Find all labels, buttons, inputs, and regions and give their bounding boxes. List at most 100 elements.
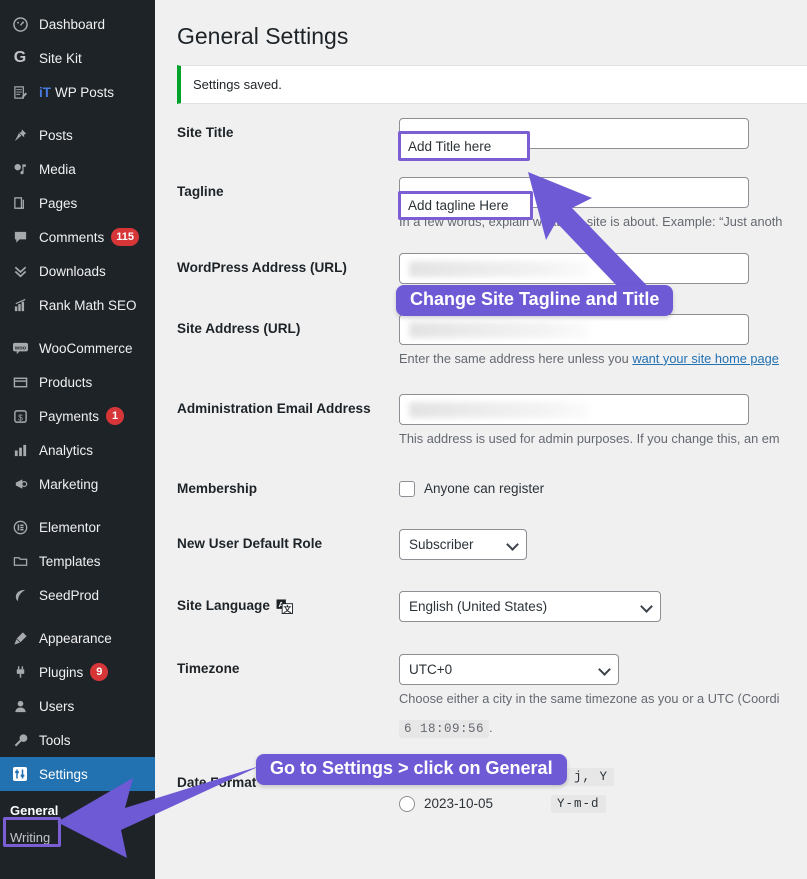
timezone-select[interactable]: UTC+0 (399, 653, 619, 685)
sidebar-item-label: Templates (39, 553, 101, 569)
sidebar-item-label: Users (39, 698, 75, 714)
sidebar-item-downloads[interactable]: Downloads (0, 254, 155, 288)
sidebar-item-media[interactable]: Media (0, 152, 155, 186)
site-address-description: Enter the same address here unless you w… (399, 351, 807, 366)
sidebar-item-label: Pages (39, 195, 78, 211)
sidebar-item-appearance[interactable]: Appearance (0, 621, 155, 655)
site-language-label: Site Language A文 (177, 589, 399, 614)
new-user-role-select[interactable]: Subscriber (399, 528, 527, 560)
wp-posts-brand: iT (39, 84, 51, 100)
sidebar-item-tools[interactable]: Tools (0, 723, 155, 757)
timezone-control: UTC+0 Choose either a city in the same t… (399, 652, 807, 738)
date-format-code: Y-m-d (551, 794, 606, 813)
sidebar-item-wp-posts[interactable]: iT WP Posts (0, 75, 155, 109)
universal-time-value: 6 18:09:56 (399, 719, 490, 738)
admin-email-control: This address is used for admin purposes.… (399, 392, 807, 446)
sidebar-item-label: Dashboard (39, 16, 106, 32)
wordpress-address-label: WordPress Address (URL) (177, 259, 347, 275)
wp-posts-icon (9, 82, 31, 102)
admin-email-label: Administration Email Address (177, 400, 371, 416)
annotation-arrow-to-general (57, 766, 260, 858)
annotation-add-title-here: Add Title here (398, 131, 530, 161)
sidebar-item-label: Media (39, 161, 76, 177)
sidebar-item-woocommerce[interactable]: woo WooCommerce (0, 331, 155, 365)
sidebar-item-payments[interactable]: $ Payments 1 (0, 399, 155, 433)
new-user-role-label: New User Default Role (177, 535, 323, 551)
sidebar-item-users[interactable]: Users (0, 689, 155, 723)
membership-checkbox-row[interactable]: Anyone can register (399, 474, 807, 497)
dashboard-icon (9, 14, 31, 34)
sidebar-item-site-kit[interactable]: G Site Kit (0, 41, 155, 75)
date-format-radio-1[interactable] (399, 795, 415, 812)
sidebar-item-rank-math-seo[interactable]: Rank Math SEO (0, 288, 155, 322)
site-language-select[interactable]: English (United States) (399, 590, 661, 622)
sidebar-item-analytics[interactable]: Analytics (0, 433, 155, 467)
site-address-desc-text: Enter the same address here unless you (399, 350, 633, 366)
sidebar-item-comments[interactable]: Comments 115 (0, 220, 155, 254)
universal-time-text: 6 18:09:56. (399, 719, 807, 738)
site-language-label-text: Site Language (177, 597, 270, 613)
site-address-label: Site Address (URL) (177, 320, 301, 336)
sidebar-item-label: Elementor (39, 519, 101, 535)
membership-label: Membership (177, 480, 258, 496)
sidebar-item-label: Appearance (39, 630, 112, 646)
products-icon (9, 372, 31, 392)
folder-icon (9, 551, 31, 571)
annotation-add-title-text: Add Title here (408, 138, 492, 154)
svg-text:woo: woo (13, 345, 26, 351)
sidebar-item-label: WooCommerce (39, 340, 133, 356)
annotation-pill-text: Change Site Tagline and Title (410, 289, 660, 309)
site-title-label: Site Title (177, 124, 234, 140)
sidebar-item-posts[interactable]: Posts (0, 118, 155, 152)
payments-count-badge: 1 (106, 407, 125, 425)
date-format-option-label: 2023-10-05 (424, 796, 494, 812)
admin-sidebar: Dashboard G Site Kit iT WP Posts Posts M… (0, 0, 155, 879)
site-home-page-link[interactable]: want your site home page (632, 351, 779, 366)
sidebar-item-label: Plugins (39, 664, 84, 680)
sidebar-item-pages[interactable]: Pages (0, 186, 155, 220)
sidebar-item-label: Comments (39, 229, 105, 245)
timezone-select-wrap[interactable]: UTC+0 (399, 653, 619, 685)
field-row-site-language: Site Language A文 English (United States) (177, 589, 807, 622)
pages-icon (9, 193, 31, 213)
comments-count-badge: 115 (111, 228, 140, 246)
sidebar-divider (0, 501, 155, 510)
sidebar-item-plugins[interactable]: Plugins 9 (0, 655, 155, 689)
sidebar-item-products[interactable]: Products (0, 365, 155, 399)
woocommerce-icon: woo (9, 338, 31, 358)
site-language-select-wrap[interactable]: English (United States) (399, 590, 661, 622)
annotation-pill-go-to-settings: Go to Settings > click on General (256, 754, 567, 785)
annotation-pill-text: Go to Settings > click on General (270, 758, 553, 778)
sidebar-divider (0, 109, 155, 118)
sidebar-divider (0, 322, 155, 331)
svg-text:$: $ (18, 412, 23, 422)
anyone-can-register-label: Anyone can register (424, 481, 545, 497)
sidebar-item-label: Downloads (39, 263, 106, 279)
annotation-pill-change-tagline-title: Change Site Tagline and Title (396, 285, 674, 316)
field-row-wordpress-address: WordPress Address (URL) (177, 251, 807, 284)
new-user-role-select-wrap[interactable]: Subscriber (399, 528, 527, 560)
field-row-site-address: Site Address (URL) Enter the same addres… (177, 312, 807, 366)
admin-email-description: This address is used for admin purposes.… (399, 430, 780, 446)
seedprod-leaf-icon (9, 585, 31, 605)
sidebar-item-elementor[interactable]: Elementor (0, 510, 155, 544)
anyone-can-register-checkbox[interactable] (399, 480, 415, 497)
sidebar-item-label: Tools (39, 732, 71, 748)
sidebar-item-label: Site Kit (39, 50, 82, 66)
wordpress-admin-screen: Dashboard G Site Kit iT WP Posts Posts M… (0, 0, 807, 879)
sidebar-item-label: Rank Math SEO (39, 297, 137, 313)
universal-time-period: . (489, 719, 493, 735)
sidebar-item-label: Analytics (39, 442, 94, 458)
field-row-new-user-role: New User Default Role Subscriber (177, 527, 807, 560)
sidebar-item-dashboard[interactable]: Dashboard (0, 7, 155, 41)
megaphone-icon (9, 474, 31, 494)
sidebar-item-templates[interactable]: Templates (0, 544, 155, 578)
timezone-description: Choose either a city in the same timezon… (399, 690, 780, 706)
admin-email-input[interactable] (399, 393, 749, 425)
annotation-add-tagline-text: Add tagline Here (408, 198, 509, 213)
date-format-option[interactable]: 2023-10-05 Y-m-d (399, 794, 807, 813)
sidebar-item-marketing[interactable]: Marketing (0, 467, 155, 501)
user-icon (9, 696, 31, 716)
sidebar-item-seedprod[interactable]: SeedProd (0, 578, 155, 612)
rank-math-icon (9, 295, 31, 315)
